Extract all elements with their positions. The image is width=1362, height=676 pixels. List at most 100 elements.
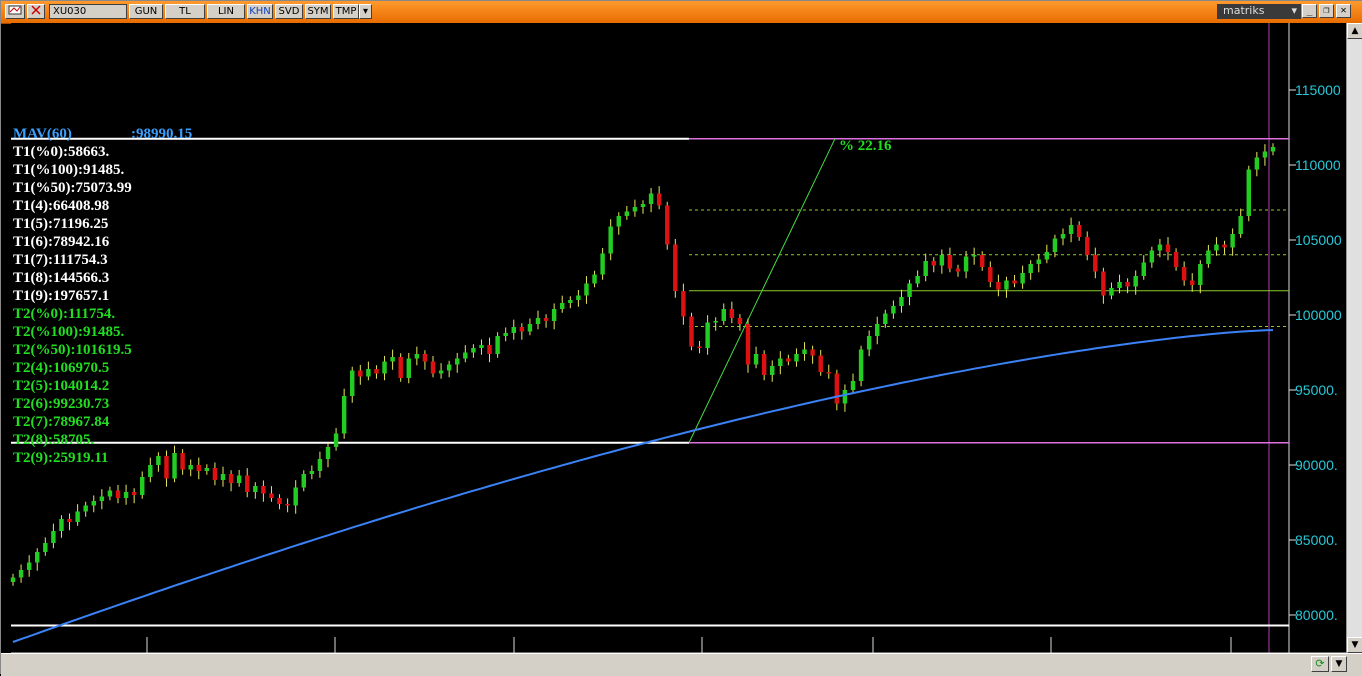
triangle-up-icon[interactable]: ▲ (1347, 23, 1362, 39)
candle-body (1262, 151, 1268, 158)
toolbar-button-sym[interactable]: SYM (305, 4, 331, 19)
candle (673, 238, 678, 298)
y-tick-label: 115000 (1295, 82, 1341, 98)
candle-body (261, 486, 266, 494)
candle-body (656, 193, 662, 206)
candle-body (624, 211, 630, 216)
candle-body (1076, 225, 1082, 237)
toolbar-button-tl[interactable]: TL (165, 4, 205, 19)
candle-body (842, 390, 848, 404)
candle-body (1206, 250, 1211, 264)
toolbar-button-tmp[interactable]: TMP (333, 4, 359, 19)
close-button[interactable]: ✕ (1336, 4, 1351, 18)
candle-body (1028, 264, 1033, 273)
candle-body (721, 309, 726, 321)
candle (665, 201, 670, 250)
t2-label: T2(%50):101619.5 (13, 342, 132, 358)
toolbar-button-khn[interactable]: KHN (247, 4, 273, 19)
candle-body (640, 204, 646, 207)
candle-body (18, 570, 24, 578)
candle-body (584, 283, 589, 296)
candle-body (745, 324, 751, 365)
candle-body (1149, 250, 1155, 263)
candle-body (1222, 244, 1227, 248)
candle-body (91, 501, 96, 506)
t2-label: T2(7):78967.84 (13, 414, 110, 430)
toolbar-button-lin[interactable]: LIN (207, 4, 245, 19)
candle-body (592, 274, 597, 284)
candle-body (875, 324, 880, 336)
candle-body (236, 475, 242, 483)
candle-body (1230, 234, 1235, 248)
candle-body (1181, 267, 1187, 281)
chevron-down-icon[interactable]: ▾ (1291, 4, 1297, 18)
candle-body (891, 306, 896, 314)
candle-body (616, 216, 621, 227)
t1-label: T1(8):144566.3 (13, 270, 109, 286)
candle-body (446, 364, 452, 371)
candle-body (1125, 282, 1130, 287)
candle-body (648, 193, 654, 204)
minimize-button[interactable]: _ (1302, 4, 1317, 18)
candle-body (786, 358, 791, 362)
vertical-scrollbar[interactable]: ▲ ▼ (1346, 23, 1362, 653)
symbol-field[interactable]: XU030 (49, 4, 127, 19)
candle-body (778, 358, 783, 366)
candle-body (285, 504, 290, 506)
candle-body (665, 205, 670, 245)
window-icon[interactable] (5, 4, 25, 19)
candle-body (59, 519, 64, 531)
fib-annotation: % 22.16 (839, 138, 892, 154)
candle-body (479, 345, 484, 348)
candle-body (980, 255, 985, 267)
candle-body (212, 468, 218, 480)
candle-body (1254, 157, 1260, 170)
candle-body (269, 493, 274, 498)
candle-body (737, 318, 743, 324)
y-tick-label: 85000. (1295, 532, 1338, 548)
candle-body (568, 300, 573, 303)
candle-body (115, 490, 121, 498)
price-chart[interactable]: 80000. 85000. 90000. 95000. 100000 105000 1100… (1, 23, 1362, 675)
t1-label: T1(6):78942.16 (13, 234, 110, 250)
candle-body (1198, 264, 1203, 285)
candle-body (947, 255, 953, 269)
candle-body (1141, 262, 1146, 276)
candle-body (802, 349, 807, 354)
candle-body (1093, 255, 1098, 272)
candle-body (576, 295, 581, 300)
candle-body (971, 255, 977, 257)
t1-label: T1(%50):75073.99 (13, 180, 132, 196)
candle-body (341, 396, 347, 434)
candle-body (1214, 244, 1219, 251)
candle-body (923, 261, 928, 276)
candle-body (172, 453, 177, 479)
candle-body (164, 456, 169, 479)
candle-body (681, 291, 686, 317)
candle-body (107, 490, 113, 497)
candle-body (834, 373, 840, 404)
triangle-down-icon[interactable]: ▼ (1331, 656, 1347, 672)
restore-button[interactable]: ❐ (1319, 4, 1334, 18)
candle-body (188, 465, 193, 470)
triangle-down-icon[interactable]: ▼ (1347, 637, 1362, 653)
candle-body (543, 318, 549, 321)
candle-body (463, 352, 468, 359)
candle (689, 312, 694, 351)
checkbox-icon[interactable] (27, 4, 45, 19)
candle-body (689, 316, 694, 347)
toolbar-button-svd[interactable]: SVD (275, 4, 303, 19)
y-tick-label: 110000 (1295, 157, 1341, 173)
candle-body (818, 355, 823, 372)
candle-body (366, 369, 371, 377)
candle-body (430, 361, 436, 374)
candle-body (277, 498, 282, 504)
refresh-icon[interactable]: ⟳ (1311, 656, 1329, 672)
candle-body (1020, 273, 1025, 284)
chevron-down-icon[interactable]: ▾ (359, 4, 372, 19)
candle-body (99, 496, 105, 501)
t1-label: T1(9):197657.1 (13, 288, 109, 304)
candle-body (1012, 280, 1017, 284)
toolbar-button-gun[interactable]: GUN (129, 4, 163, 19)
candle-body (422, 354, 428, 362)
